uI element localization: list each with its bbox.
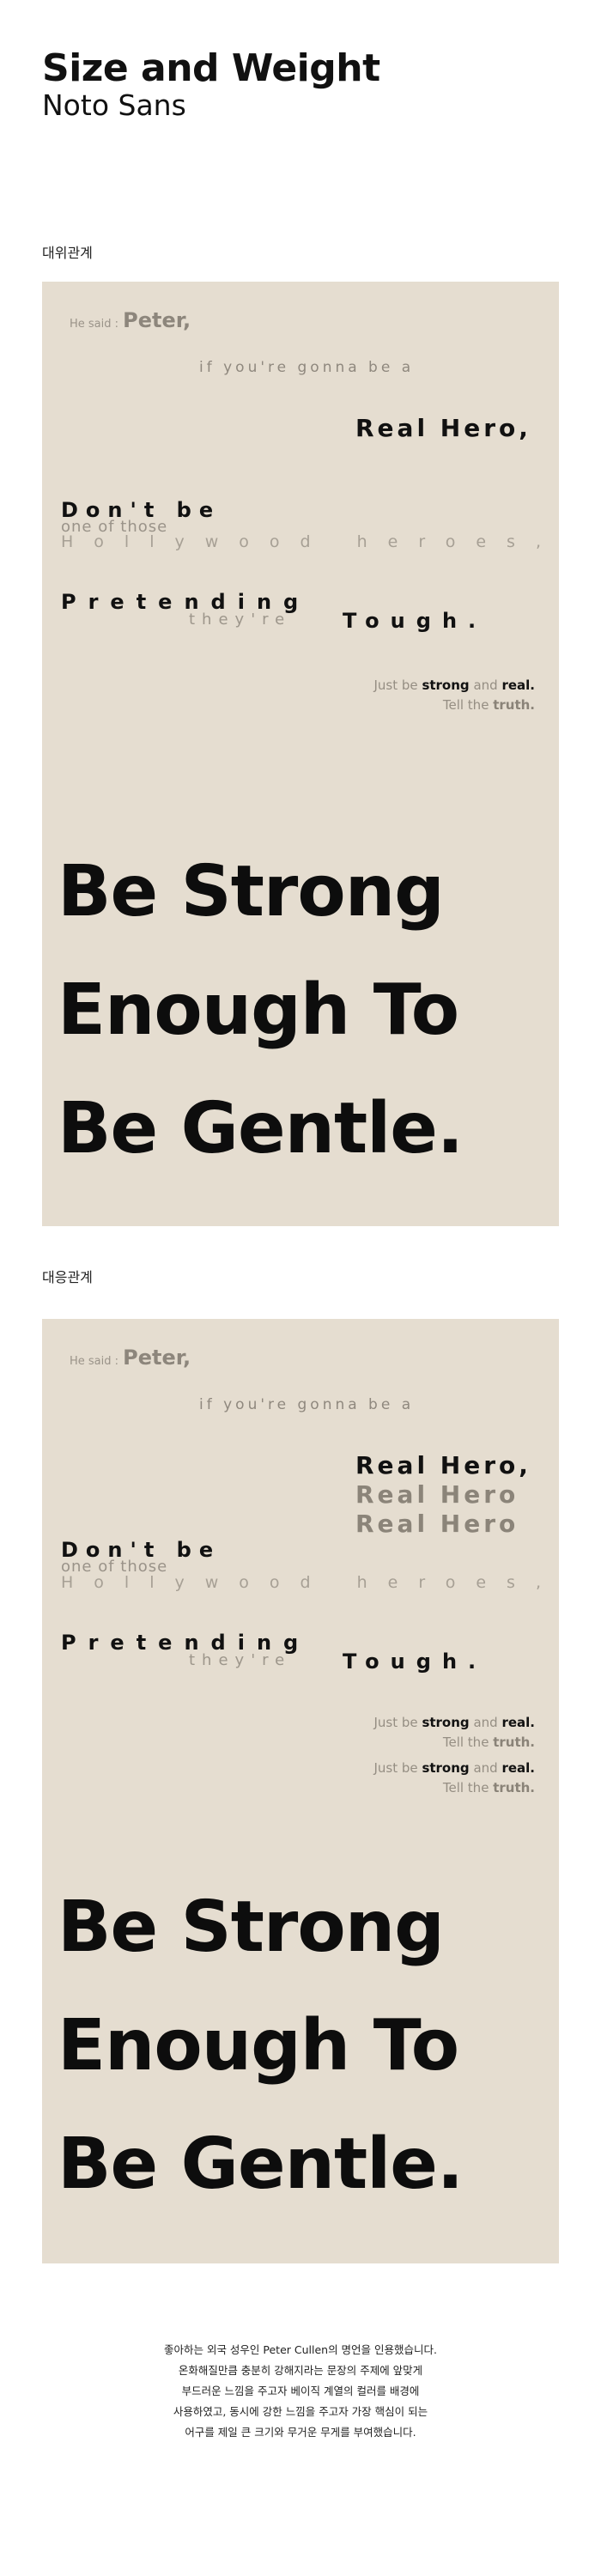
big-line-2: Enough To [58, 2005, 459, 2087]
tell-the-text: Tell the [442, 697, 489, 713]
tell-the-text: Tell the [442, 1780, 489, 1795]
real-hero-echo-2: Real Hero [355, 1510, 519, 1538]
footer-line: 좋아하는 외국 성우인 Peter Cullen의 명언을 인용했습니다. [163, 2343, 438, 2356]
he-said-name: Peter, [123, 1346, 191, 1370]
real-hero-line: Real Hero, [355, 1451, 531, 1479]
strong-word: strong [422, 677, 470, 693]
tell-truth-line-1: Tell the truth. [443, 1736, 535, 1749]
he-said-line: He said : Peter, [70, 310, 191, 331]
big-line-1: Be Strong [58, 851, 445, 933]
tough-line: Tough. [343, 1649, 488, 1674]
footer-line: 어구를 제일 큰 크기와 무거운 무게를 부여했습니다. [185, 2426, 416, 2439]
real-word: real. [501, 1760, 535, 1776]
section-label-counterpoint: 대위관계 [42, 245, 93, 261]
real-hero-line: Real Hero, [355, 414, 531, 442]
he-said-prefix: He said : [70, 1355, 119, 1368]
tell-the-text: Tell the [442, 1735, 489, 1750]
he-said-line: He said : Peter, [70, 1347, 191, 1368]
big-line-3: Be Gentle. [58, 1088, 464, 1170]
strong-word: strong [422, 1715, 470, 1730]
truth-word: truth. [493, 697, 535, 713]
pretending-line: Pretending [61, 1631, 311, 1655]
gonna-line: if you're gonna be a [199, 359, 415, 376]
just-be-line: Just be strong and real. [374, 679, 536, 692]
he-said-prefix: He said : [70, 318, 119, 331]
footer-description: 좋아하는 외국 성우인 Peter Cullen의 명언을 인용했습니다. 온화… [0, 2340, 601, 2443]
tough-line: Tough. [343, 609, 488, 633]
tell-truth-line-2: Tell the truth. [443, 1782, 535, 1795]
he-said-name: Peter, [123, 308, 191, 332]
theyre-line: they're [189, 1651, 292, 1669]
hollywood-line: Hollywood heroes, [61, 532, 559, 551]
and-word: and [473, 1760, 498, 1776]
strong-word: strong [422, 1760, 470, 1776]
big-line-1: Be Strong [58, 1886, 445, 1968]
real-hero-echo-1: Real Hero [355, 1480, 519, 1509]
theyre-line: they're [189, 611, 292, 629]
footer-line: 부드러운 느낌을 주고자 베이직 계열의 컬러를 배경에 [181, 2385, 420, 2397]
and-word: and [473, 677, 498, 693]
just-be-text: Just be [373, 1760, 418, 1776]
pretending-line: Pretending [61, 590, 311, 614]
page-subtitle: Noto Sans [42, 88, 186, 122]
poster-panel-2: He said : Peter, if you're gonna be a Re… [42, 1319, 559, 2263]
hollywood-line: Hollywood heroes, [61, 1573, 559, 1592]
truth-word: truth. [493, 1780, 535, 1795]
and-word: and [473, 1715, 498, 1730]
truth-word: truth. [493, 1735, 535, 1750]
big-line-3: Be Gentle. [58, 2123, 464, 2205]
just-be-text: Just be [373, 1715, 418, 1730]
section-label-correspondence: 대응관계 [42, 1269, 93, 1285]
gonna-line: if you're gonna be a [199, 1396, 415, 1413]
page-title: Size and Weight [42, 46, 380, 90]
footer-line: 온화해질만큼 충분히 강해지라는 문장의 주제에 앞맞게 [178, 2364, 423, 2377]
just-be-text: Just be [373, 677, 418, 693]
real-word: real. [501, 677, 535, 693]
just-be-line-2: Just be strong and real. [374, 1762, 536, 1775]
tell-truth-line: Tell the truth. [443, 699, 535, 712]
poster-panel-1: He said : Peter, if you're gonna be a Re… [42, 282, 559, 1226]
footer-line: 사용하였고, 동시에 강한 느낌을 주고자 가장 핵심이 되는 [173, 2405, 428, 2418]
real-word: real. [501, 1715, 535, 1730]
just-be-line-1: Just be strong and real. [374, 1716, 536, 1729]
big-line-2: Enough To [58, 969, 459, 1051]
